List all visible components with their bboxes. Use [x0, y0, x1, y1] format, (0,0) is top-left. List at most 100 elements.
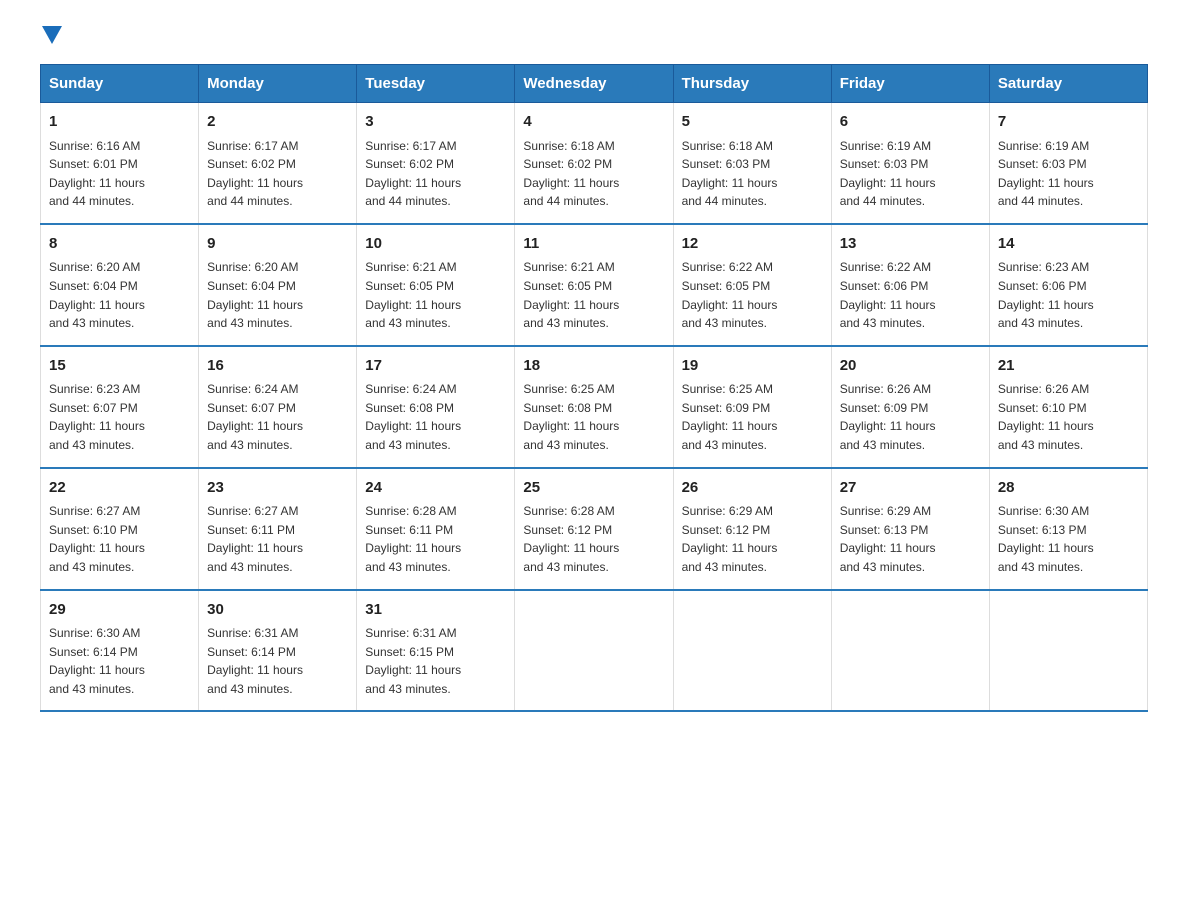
day-info: Sunrise: 6:27 AMSunset: 6:10 PMDaylight:… — [49, 502, 190, 576]
day-info: Sunrise: 6:20 AMSunset: 6:04 PMDaylight:… — [207, 258, 348, 332]
day-cell — [673, 590, 831, 712]
header-cell-monday: Monday — [199, 65, 357, 103]
day-cell: 20Sunrise: 6:26 AMSunset: 6:09 PMDayligh… — [831, 346, 989, 468]
day-info: Sunrise: 6:29 AMSunset: 6:13 PMDaylight:… — [840, 502, 981, 576]
calendar-body: 1 Sunrise: 6:16 AMSunset: 6:01 PMDaylight… — [41, 103, 1148, 712]
day-cell: 25Sunrise: 6:28 AMSunset: 6:12 PMDayligh… — [515, 468, 673, 590]
day-number: 4 — [523, 111, 664, 134]
week-row-4: 22Sunrise: 6:27 AMSunset: 6:10 PMDayligh… — [41, 468, 1148, 590]
day-cell: 17Sunrise: 6:24 AMSunset: 6:08 PMDayligh… — [357, 346, 515, 468]
day-info: Sunrise: 6:17 AMSunset: 6:02 PMDaylight:… — [207, 137, 348, 211]
day-number: 25 — [523, 477, 664, 500]
header-cell-wednesday: Wednesday — [515, 65, 673, 103]
day-number: 24 — [365, 477, 506, 500]
day-info: Sunrise: 6:21 AMSunset: 6:05 PMDaylight:… — [523, 258, 664, 332]
day-cell: 29Sunrise: 6:30 AMSunset: 6:14 PMDayligh… — [41, 590, 199, 712]
day-info: Sunrise: 6:22 AMSunset: 6:05 PMDaylight:… — [682, 258, 823, 332]
day-number: 13 — [840, 233, 981, 256]
day-number: 21 — [998, 355, 1139, 378]
day-cell: 8Sunrise: 6:20 AMSunset: 6:04 PMDaylight… — [41, 224, 199, 346]
day-number: 30 — [207, 599, 348, 622]
day-cell: 24Sunrise: 6:28 AMSunset: 6:11 PMDayligh… — [357, 468, 515, 590]
week-row-2: 8Sunrise: 6:20 AMSunset: 6:04 PMDaylight… — [41, 224, 1148, 346]
day-info: Sunrise: 6:16 AMSunset: 6:01 PMDaylight:… — [49, 137, 190, 211]
day-cell: 13Sunrise: 6:22 AMSunset: 6:06 PMDayligh… — [831, 224, 989, 346]
day-cell: 4Sunrise: 6:18 AMSunset: 6:02 PMDaylight… — [515, 103, 673, 224]
day-info: Sunrise: 6:17 AMSunset: 6:02 PMDaylight:… — [365, 137, 506, 211]
day-cell: 16Sunrise: 6:24 AMSunset: 6:07 PMDayligh… — [199, 346, 357, 468]
day-cell: 21Sunrise: 6:26 AMSunset: 6:10 PMDayligh… — [989, 346, 1147, 468]
day-cell: 7 Sunrise: 6:19 AMSunset: 6:03 PMDaylight… — [989, 103, 1147, 224]
day-number: 6 — [840, 111, 981, 134]
day-number: 29 — [49, 599, 190, 622]
day-cell: 12Sunrise: 6:22 AMSunset: 6:05 PMDayligh… — [673, 224, 831, 346]
day-cell: 23Sunrise: 6:27 AMSunset: 6:11 PMDayligh… — [199, 468, 357, 590]
logo — [40, 30, 62, 44]
day-number: 3 — [365, 111, 506, 134]
day-info: Sunrise: 6:31 AMSunset: 6:15 PMDaylight:… — [365, 624, 506, 698]
day-cell: 3 Sunrise: 6:17 AMSunset: 6:02 PMDaylight… — [357, 103, 515, 224]
day-number: 10 — [365, 233, 506, 256]
header-cell-friday: Friday — [831, 65, 989, 103]
day-number: 14 — [998, 233, 1139, 256]
day-cell: 31Sunrise: 6:31 AMSunset: 6:15 PMDayligh… — [357, 590, 515, 712]
day-cell: 15Sunrise: 6:23 AMSunset: 6:07 PMDayligh… — [41, 346, 199, 468]
day-info: Sunrise: 6:18 AMSunset: 6:03 PMDaylight:… — [682, 137, 823, 211]
day-cell — [989, 590, 1147, 712]
day-info: Sunrise: 6:19 AMSunset: 6:03 PMDaylight:… — [998, 137, 1139, 211]
page-header — [40, 30, 1148, 44]
day-info: Sunrise: 6:24 AMSunset: 6:07 PMDaylight:… — [207, 380, 348, 454]
day-cell — [831, 590, 989, 712]
day-number: 11 — [523, 233, 664, 256]
day-number: 5 — [682, 111, 823, 134]
day-info: Sunrise: 6:27 AMSunset: 6:11 PMDaylight:… — [207, 502, 348, 576]
day-info: Sunrise: 6:30 AMSunset: 6:13 PMDaylight:… — [998, 502, 1139, 576]
week-row-1: 1 Sunrise: 6:16 AMSunset: 6:01 PMDaylight… — [41, 103, 1148, 224]
week-row-3: 15Sunrise: 6:23 AMSunset: 6:07 PMDayligh… — [41, 346, 1148, 468]
day-cell: 30Sunrise: 6:31 AMSunset: 6:14 PMDayligh… — [199, 590, 357, 712]
day-cell — [515, 590, 673, 712]
day-cell: 14Sunrise: 6:23 AMSunset: 6:06 PMDayligh… — [989, 224, 1147, 346]
day-info: Sunrise: 6:28 AMSunset: 6:11 PMDaylight:… — [365, 502, 506, 576]
header-cell-thursday: Thursday — [673, 65, 831, 103]
day-cell: 5 Sunrise: 6:18 AMSunset: 6:03 PMDaylight… — [673, 103, 831, 224]
day-info: Sunrise: 6:21 AMSunset: 6:05 PMDaylight:… — [365, 258, 506, 332]
day-info: Sunrise: 6:24 AMSunset: 6:08 PMDaylight:… — [365, 380, 506, 454]
day-info: Sunrise: 6:23 AMSunset: 6:07 PMDaylight:… — [49, 380, 190, 454]
day-number: 12 — [682, 233, 823, 256]
day-cell: 2 Sunrise: 6:17 AMSunset: 6:02 PMDaylight… — [199, 103, 357, 224]
day-number: 23 — [207, 477, 348, 500]
day-number: 7 — [998, 111, 1139, 134]
day-cell: 28Sunrise: 6:30 AMSunset: 6:13 PMDayligh… — [989, 468, 1147, 590]
day-info: Sunrise: 6:26 AMSunset: 6:09 PMDaylight:… — [840, 380, 981, 454]
day-number: 1 — [49, 111, 190, 134]
day-info: Sunrise: 6:25 AMSunset: 6:09 PMDaylight:… — [682, 380, 823, 454]
day-info: Sunrise: 6:29 AMSunset: 6:12 PMDaylight:… — [682, 502, 823, 576]
day-cell: 26Sunrise: 6:29 AMSunset: 6:12 PMDayligh… — [673, 468, 831, 590]
calendar-header: SundayMondayTuesdayWednesdayThursdayFrid… — [41, 65, 1148, 103]
header-cell-sunday: Sunday — [41, 65, 199, 103]
day-cell: 9Sunrise: 6:20 AMSunset: 6:04 PMDaylight… — [199, 224, 357, 346]
day-number: 9 — [207, 233, 348, 256]
day-number: 20 — [840, 355, 981, 378]
day-info: Sunrise: 6:20 AMSunset: 6:04 PMDaylight:… — [49, 258, 190, 332]
day-info: Sunrise: 6:23 AMSunset: 6:06 PMDaylight:… — [998, 258, 1139, 332]
day-cell: 27Sunrise: 6:29 AMSunset: 6:13 PMDayligh… — [831, 468, 989, 590]
day-number: 19 — [682, 355, 823, 378]
day-info: Sunrise: 6:31 AMSunset: 6:14 PMDaylight:… — [207, 624, 348, 698]
header-cell-saturday: Saturday — [989, 65, 1147, 103]
day-number: 16 — [207, 355, 348, 378]
day-info: Sunrise: 6:25 AMSunset: 6:08 PMDaylight:… — [523, 380, 664, 454]
day-number: 22 — [49, 477, 190, 500]
day-number: 15 — [49, 355, 190, 378]
header-cell-tuesday: Tuesday — [357, 65, 515, 103]
header-row: SundayMondayTuesdayWednesdayThursdayFrid… — [41, 65, 1148, 103]
day-number: 26 — [682, 477, 823, 500]
day-info: Sunrise: 6:26 AMSunset: 6:10 PMDaylight:… — [998, 380, 1139, 454]
day-cell: 18Sunrise: 6:25 AMSunset: 6:08 PMDayligh… — [515, 346, 673, 468]
day-info: Sunrise: 6:22 AMSunset: 6:06 PMDaylight:… — [840, 258, 981, 332]
day-cell: 19Sunrise: 6:25 AMSunset: 6:09 PMDayligh… — [673, 346, 831, 468]
day-cell: 1 Sunrise: 6:16 AMSunset: 6:01 PMDaylight… — [41, 103, 199, 224]
day-number: 2 — [207, 111, 348, 134]
day-info: Sunrise: 6:28 AMSunset: 6:12 PMDaylight:… — [523, 502, 664, 576]
